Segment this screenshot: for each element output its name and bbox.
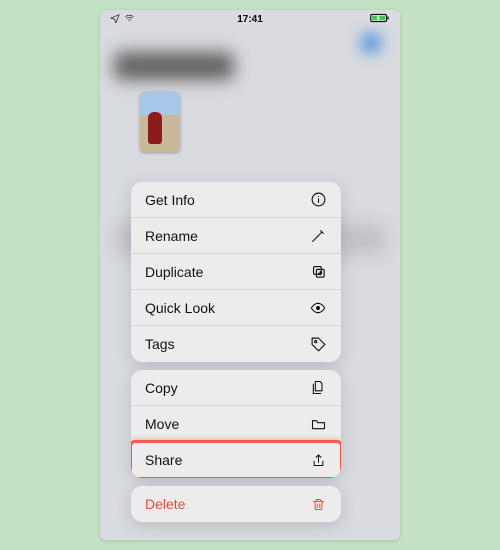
context-menu: Get Info Rename Duplicate Quick Look xyxy=(131,182,341,530)
status-bar: 17:41 xyxy=(100,10,400,28)
phone-screen: 17:41 Get Info Rename xyxy=(100,10,400,540)
selected-file-thumbnail[interactable] xyxy=(140,92,180,152)
duplicate-icon xyxy=(309,263,327,281)
menu-group-3: Delete xyxy=(131,486,341,522)
menu-group-2: Copy Move Share xyxy=(131,370,341,478)
menu-item-move[interactable]: Move xyxy=(131,406,341,442)
folder-icon xyxy=(309,415,327,433)
menu-item-label: Tags xyxy=(145,336,175,352)
menu-item-label: Delete xyxy=(145,496,185,512)
status-time: 17:41 xyxy=(100,14,400,25)
menu-item-label: Quick Look xyxy=(145,300,215,316)
menu-item-quick-look[interactable]: Quick Look xyxy=(131,290,341,326)
menu-item-label: Copy xyxy=(145,380,178,396)
menu-item-label: Duplicate xyxy=(145,264,203,280)
menu-item-rename[interactable]: Rename xyxy=(131,218,341,254)
menu-item-delete[interactable]: Delete xyxy=(131,486,341,522)
pencil-icon xyxy=(309,227,327,245)
tag-icon xyxy=(309,335,327,353)
info-circle-icon xyxy=(309,191,327,209)
menu-item-label: Share xyxy=(145,452,182,468)
menu-item-tags[interactable]: Tags xyxy=(131,326,341,362)
menu-item-label: Get Info xyxy=(145,192,195,208)
menu-item-share[interactable]: Share xyxy=(131,442,341,478)
menu-group-1: Get Info Rename Duplicate Quick Look xyxy=(131,182,341,362)
background-title xyxy=(114,52,234,80)
menu-item-duplicate[interactable]: Duplicate xyxy=(131,254,341,290)
trash-icon xyxy=(309,495,327,513)
menu-item-label: Move xyxy=(145,416,179,432)
menu-item-get-info[interactable]: Get Info xyxy=(131,182,341,218)
menu-item-copy[interactable]: Copy xyxy=(131,370,341,406)
menu-item-label: Rename xyxy=(145,228,198,244)
eye-icon xyxy=(309,299,327,317)
documents-icon xyxy=(309,379,327,397)
share-icon xyxy=(309,451,327,469)
